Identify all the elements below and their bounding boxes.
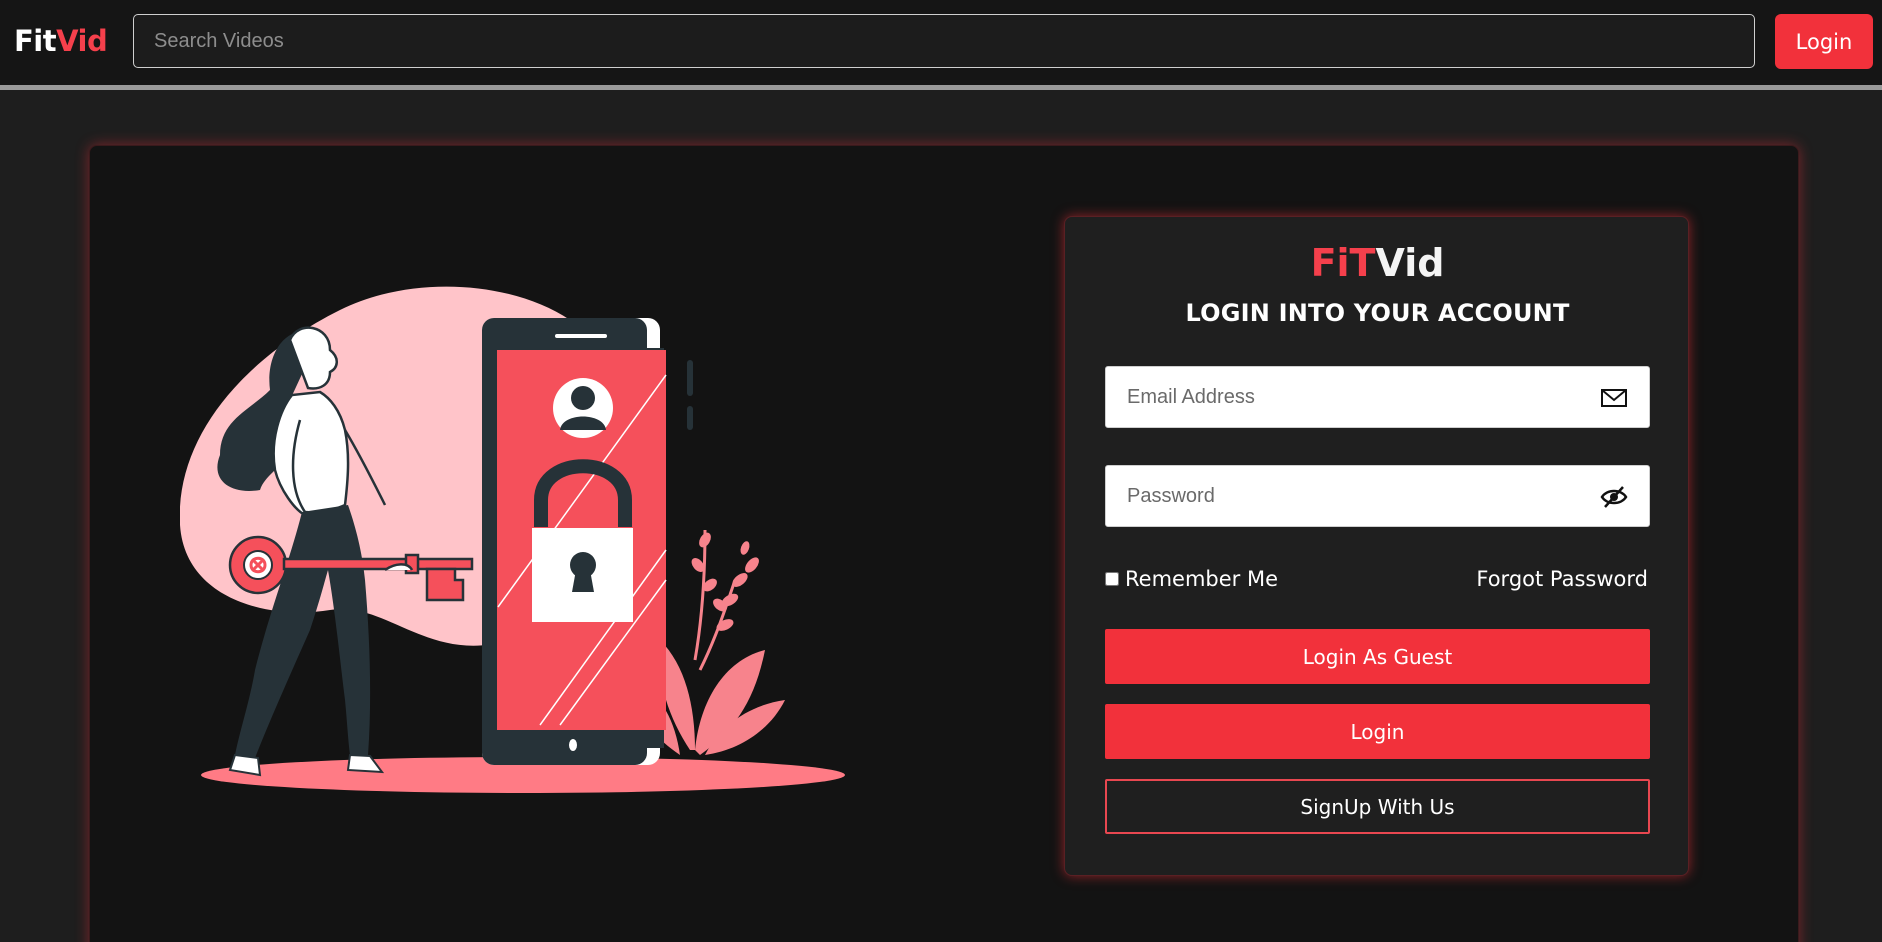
email-input[interactable] [1106, 367, 1576, 427]
login-card: FiTVid LOGIN INTO YOUR ACCOUNT Remember … [1064, 216, 1689, 876]
search-input[interactable] [133, 14, 1755, 68]
email-field [1105, 366, 1650, 428]
password-input[interactable] [1106, 466, 1576, 526]
brand-logo-vid: Vid [56, 24, 108, 58]
card-brand-fit: FiT [1310, 241, 1376, 285]
signup-button[interactable]: SignUp With Us [1105, 779, 1650, 834]
login-as-guest-button[interactable]: Login As Guest [1105, 629, 1650, 684]
nav-login-button[interactable]: Login [1775, 14, 1873, 69]
forgot-password-link[interactable]: Forgot Password [1476, 567, 1648, 591]
card-brand-vid: Vid [1375, 241, 1445, 285]
card-brand-logo: FiTVid [1065, 241, 1690, 285]
navbar: FitVid Login [0, 0, 1882, 90]
brand-logo[interactable]: FitVid [14, 24, 108, 58]
remember-me[interactable]: Remember Me [1105, 567, 1278, 591]
mail-icon [1601, 389, 1627, 407]
password-field [1105, 465, 1650, 527]
remember-me-label: Remember Me [1125, 567, 1278, 591]
eye-slash-icon[interactable] [1599, 483, 1629, 511]
login-title: LOGIN INTO YOUR ACCOUNT [1185, 299, 1570, 327]
remember-me-checkbox[interactable] [1105, 572, 1119, 586]
login-button[interactable]: Login [1105, 704, 1650, 759]
login-security-illustration [180, 286, 845, 793]
brand-logo-fit: Fit [14, 24, 57, 58]
